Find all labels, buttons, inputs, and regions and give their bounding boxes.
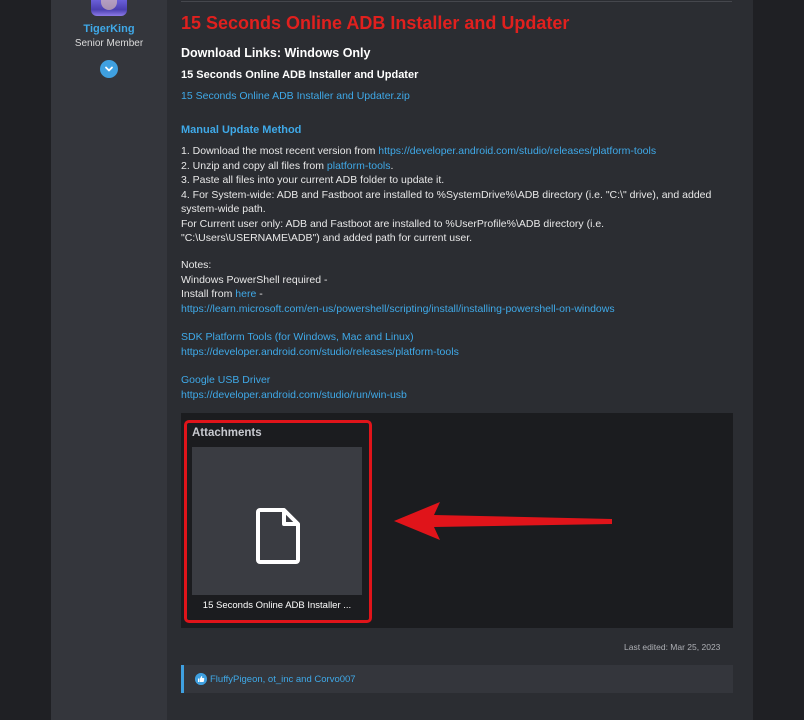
post-title: 15 Seconds Online ADB Installer and Upda… bbox=[181, 13, 570, 33]
notes-section: Notes: Windows PowerShell required - Ins… bbox=[181, 258, 733, 316]
sdk-label-link[interactable]: SDK Platform Tools (for Windows, Mac and… bbox=[181, 330, 733, 345]
user-title: Senior Member bbox=[74, 38, 144, 49]
step-current-user: For Current user only: ADB and Fastboot … bbox=[181, 217, 605, 245]
usb-driver-label-link[interactable]: Google USB Driver bbox=[181, 373, 733, 388]
like-icon[interactable] bbox=[195, 673, 207, 685]
step-3: 3. Paste all files into your current ADB… bbox=[181, 174, 445, 186]
user-sidebar bbox=[51, 0, 167, 720]
powershell-url-link[interactable]: https://learn.microsoft.com/en-us/powers… bbox=[181, 302, 733, 317]
step-1: 1. Download the most recent version from… bbox=[181, 145, 657, 157]
sdk-url-link[interactable]: https://developer.android.com/studio/rel… bbox=[181, 345, 733, 360]
last-edited-text: Last edited: Mar 25, 2023 bbox=[624, 642, 721, 652]
download-heading: Download Links: Windows Only bbox=[181, 46, 371, 60]
usb-driver-url-link[interactable]: https://developer.android.com/studio/run… bbox=[181, 388, 733, 403]
download-subheading: 15 Seconds Online ADB Installer and Upda… bbox=[181, 69, 419, 81]
red-arrow-icon bbox=[394, 502, 612, 540]
usb-driver-section: Google USB Driver https://developer.andr… bbox=[181, 373, 733, 402]
username-link[interactable]: TigerKing bbox=[51, 23, 167, 35]
here-link[interactable]: here bbox=[235, 288, 256, 300]
zip-download-link[interactable]: 15 Seconds Online ADB Installer and Upda… bbox=[181, 90, 410, 102]
powershell-note: Windows PowerShell required - bbox=[181, 273, 328, 286]
platform-tools-url-link[interactable]: https://developer.android.com/studio/rel… bbox=[378, 145, 656, 157]
install-from-line: Install from here - bbox=[181, 288, 263, 300]
chevron-down-icon bbox=[105, 66, 113, 72]
reactions-users-link[interactable]: FluffyPigeon, ot_inc and Corvo007 bbox=[210, 674, 356, 685]
page-margin-left bbox=[0, 0, 51, 720]
expand-user-info-button[interactable] bbox=[100, 60, 118, 78]
page-margin-right bbox=[753, 0, 804, 720]
avatar[interactable] bbox=[91, 0, 127, 16]
step-4: 4. For System-wide: ADB and Fastboot are… bbox=[181, 188, 712, 216]
manual-steps: 1. Download the most recent version from… bbox=[181, 144, 733, 246]
step-2: 2. Unzip and copy all files from platfor… bbox=[181, 159, 394, 172]
attachment-highlight-box bbox=[184, 420, 372, 623]
manual-update-heading: Manual Update Method bbox=[181, 124, 302, 136]
platform-tools-link[interactable]: platform-tools bbox=[327, 160, 391, 172]
notes-label: Notes: bbox=[181, 259, 212, 271]
sdk-section: SDK Platform Tools (for Windows, Mac and… bbox=[181, 330, 733, 359]
divider bbox=[181, 1, 732, 2]
